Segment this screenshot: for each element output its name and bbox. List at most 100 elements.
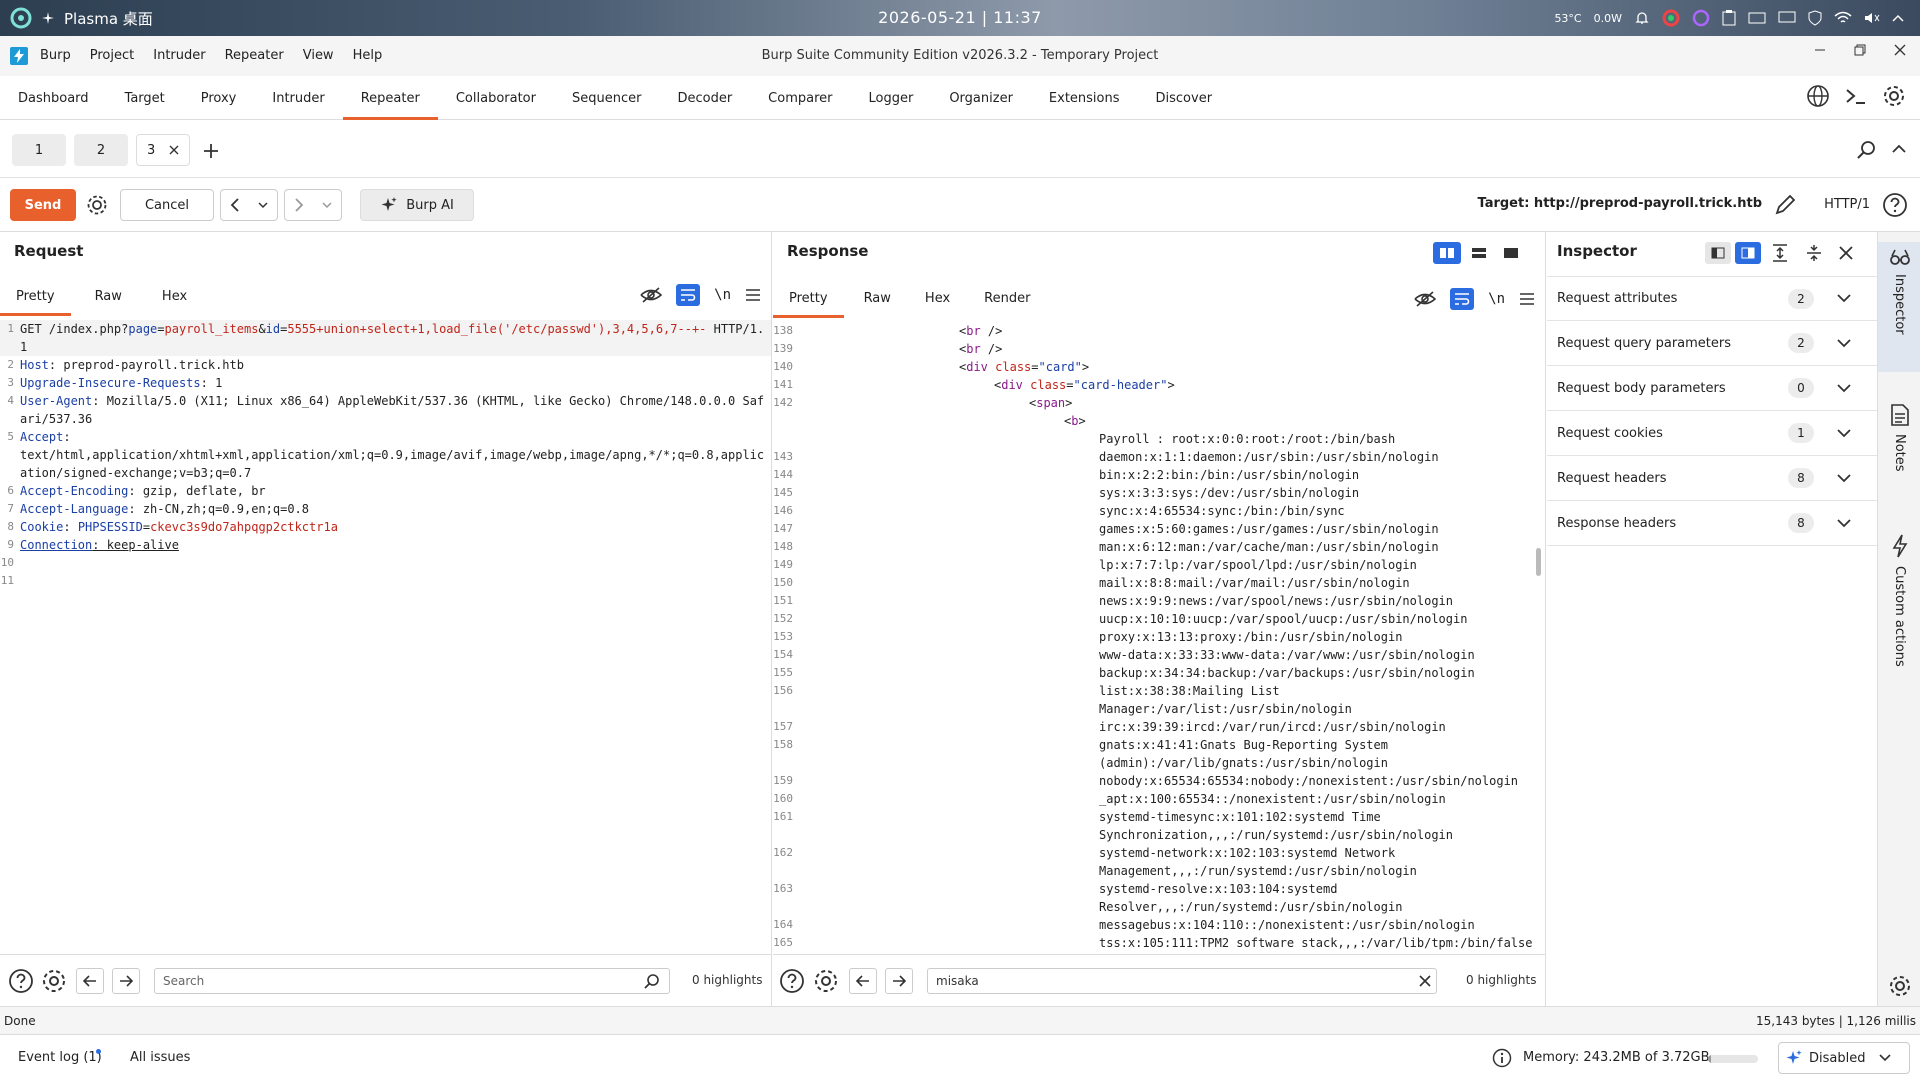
- tab-dashboard[interactable]: Dashboard: [0, 76, 107, 120]
- layout-single-icon[interactable]: [1497, 242, 1525, 264]
- response-tab-raw[interactable]: Raw: [844, 278, 911, 318]
- repeater-tab-2[interactable]: 2: [74, 134, 128, 166]
- tab-repeater[interactable]: Repeater: [342, 76, 438, 120]
- code-line: 152 uucp:x:10:10:uucp:/var/spool/uucp:/us…: [773, 612, 1468, 626]
- burp-ai-status-button[interactable]: Disabled: [1778, 1042, 1910, 1074]
- repeater-tab-3[interactable]: 3: [136, 134, 190, 166]
- tab-target[interactable]: Target: [107, 76, 183, 120]
- response-editor[interactable]: 138 <br /> 139 <br /> 140 <div class="card"…: [773, 322, 1535, 954]
- expand-all-icon[interactable]: [1765, 242, 1795, 264]
- collapse-all-icon[interactable]: [1799, 242, 1829, 264]
- newline-toggle-icon[interactable]: \n: [714, 287, 731, 303]
- tab-intruder[interactable]: Intruder: [254, 76, 342, 120]
- circle-app-icon[interactable]: [1692, 9, 1710, 27]
- menu-icon[interactable]: [1519, 292, 1535, 306]
- help-icon[interactable]: [1882, 192, 1908, 218]
- volume-muted-icon[interactable]: [1864, 11, 1880, 25]
- repeater-tab-1[interactable]: 1: [12, 134, 66, 166]
- tab-proxy[interactable]: Proxy: [183, 76, 255, 120]
- close-window-icon[interactable]: [1894, 44, 1906, 56]
- tab-comparer[interactable]: Comparer: [750, 76, 850, 120]
- display-icon[interactable]: [1778, 11, 1796, 25]
- keyboard-icon[interactable]: [1748, 11, 1766, 25]
- shield-icon[interactable]: [1808, 10, 1822, 26]
- memory-bar-fill: [1708, 1055, 1712, 1063]
- sidebar-item-custom-actions[interactable]: Custom actions: [1878, 534, 1920, 704]
- layout-side-by-side-icon[interactable]: [1433, 242, 1461, 264]
- clear-search-icon[interactable]: [1419, 975, 1431, 987]
- burp-ai-button[interactable]: Burp AI: [360, 189, 474, 221]
- sidebar-item-notes[interactable]: Notes: [1878, 404, 1920, 524]
- newline-toggle-icon[interactable]: \n: [1488, 291, 1505, 307]
- wifi-icon[interactable]: [1834, 11, 1852, 25]
- http-version-label[interactable]: HTTP/1: [1824, 197, 1870, 212]
- collapse-chevron-up-icon[interactable]: [1892, 144, 1906, 154]
- terminal-icon[interactable]: [1844, 84, 1868, 108]
- tab-discover[interactable]: Discover: [1138, 76, 1231, 120]
- search-icon[interactable]: [644, 973, 660, 989]
- target-label[interactable]: Target: http://preprod-payroll.trick.htb: [1478, 196, 1763, 211]
- color-app-icon[interactable]: [1662, 9, 1680, 27]
- response-tab-pretty[interactable]: Pretty: [773, 278, 844, 318]
- close-inspector-icon[interactable]: [1833, 242, 1859, 264]
- send-settings-button[interactable]: [82, 189, 112, 221]
- edit-target-pencil-icon[interactable]: [1774, 194, 1796, 216]
- next-match-button[interactable]: [112, 968, 140, 994]
- settings-gear-icon[interactable]: [1882, 84, 1906, 108]
- all-issues-link[interactable]: All issues: [130, 1050, 190, 1065]
- inspector-layout-right-icon[interactable]: [1735, 242, 1761, 264]
- request-tab-pretty[interactable]: Pretty: [0, 276, 71, 316]
- tab-logger[interactable]: Logger: [851, 76, 932, 120]
- help-icon[interactable]: [8, 968, 34, 994]
- search-settings-gear-icon[interactable]: [813, 968, 839, 994]
- inspector-request-headers[interactable]: Request headers 8: [1547, 456, 1877, 501]
- clipboard-icon[interactable]: [1722, 10, 1736, 26]
- close-tab-icon[interactable]: [169, 145, 179, 155]
- search-tabs-icon[interactable]: [1856, 140, 1876, 160]
- next-match-button[interactable]: [885, 968, 913, 994]
- wrap-lines-icon[interactable]: [676, 284, 701, 306]
- sidebar-item-inspector[interactable]: Inspector: [1878, 242, 1920, 372]
- tab-decoder[interactable]: Decoder: [659, 76, 750, 120]
- response-scrollbar-thumb[interactable]: [1536, 548, 1541, 576]
- cancel-button[interactable]: Cancel: [120, 189, 214, 221]
- history-back-button[interactable]: [220, 189, 278, 221]
- request-tab-raw[interactable]: Raw: [71, 276, 146, 316]
- tab-sequencer[interactable]: Sequencer: [554, 76, 659, 120]
- prev-match-button[interactable]: [76, 968, 104, 994]
- inspector-request-attributes[interactable]: Request attributes 2: [1547, 276, 1877, 321]
- inspector-response-headers[interactable]: Response headers 8: [1547, 501, 1877, 546]
- chevron-up-icon[interactable]: [1892, 14, 1904, 22]
- inspector-request-cookies[interactable]: Request cookies 1: [1547, 411, 1877, 456]
- request-editor[interactable]: 1 GET /index.php?page=payroll_items&id=55…: [0, 320, 771, 954]
- response-search-input[interactable]: misaka: [927, 968, 1437, 994]
- sidebar-settings-gear-icon[interactable]: [1888, 974, 1912, 998]
- tab-organizer[interactable]: Organizer: [931, 76, 1031, 120]
- hide-nonprint-eye-icon[interactable]: [640, 286, 663, 304]
- response-tab-hex[interactable]: Hex: [911, 278, 964, 318]
- bell-icon[interactable]: [1634, 10, 1650, 26]
- response-tab-render[interactable]: Render: [964, 278, 1050, 318]
- layout-stacked-icon[interactable]: [1465, 242, 1493, 264]
- send-button[interactable]: Send: [10, 189, 76, 221]
- event-log-link[interactable]: Event log (1): [18, 1050, 102, 1065]
- history-forward-button[interactable]: [284, 189, 342, 221]
- menu-icon[interactable]: [745, 288, 761, 302]
- inspector-request-body-parameters[interactable]: Request body parameters 0: [1547, 366, 1877, 411]
- restore-icon[interactable]: [1854, 44, 1866, 56]
- hide-nonprint-eye-icon[interactable]: [1414, 290, 1437, 308]
- inspector-layout-left-icon[interactable]: [1705, 242, 1731, 264]
- globe-icon[interactable]: [1806, 84, 1830, 108]
- info-icon[interactable]: [1492, 1048, 1512, 1068]
- wrap-lines-icon[interactable]: [1450, 288, 1475, 310]
- search-settings-gear-icon[interactable]: [41, 968, 67, 994]
- minimize-icon[interactable]: [1814, 44, 1826, 56]
- inspector-request-query-parameters[interactable]: Request query parameters 2: [1547, 321, 1877, 366]
- tab-extensions[interactable]: Extensions: [1031, 76, 1138, 120]
- tab-collaborator[interactable]: Collaborator: [438, 76, 554, 120]
- add-tab-icon[interactable]: [202, 142, 220, 160]
- prev-match-button[interactable]: [849, 968, 877, 994]
- request-search-input[interactable]: Search: [154, 968, 670, 994]
- help-icon[interactable]: [779, 968, 805, 994]
- request-tab-hex[interactable]: Hex: [146, 276, 203, 316]
